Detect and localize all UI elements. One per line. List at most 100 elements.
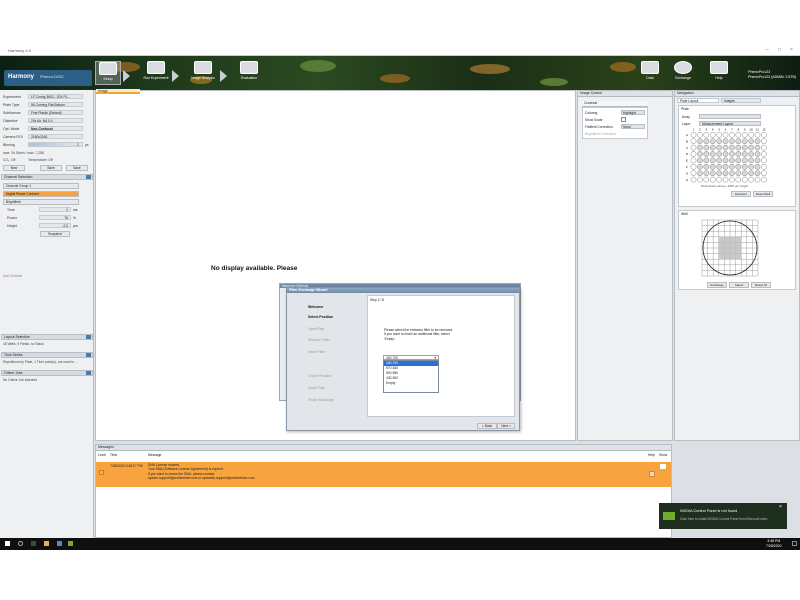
new-button[interactable]: New [3,165,25,171]
array-select[interactable] [699,114,761,119]
field-opt-mode[interactable]: Opt. Mode Non-Confocal [3,126,91,132]
setup-icon [99,62,117,75]
plate-well [735,176,742,183]
measurement-info: max: 3h 26min / max: 7,258 [3,151,44,155]
harmony-taskbar-icon[interactable] [57,541,62,546]
plate-col-label: 12 [762,128,766,132]
tool-exchange[interactable]: Exchange [670,61,696,85]
plate-box: Plate Array Layer Measurement Layout 123… [678,105,796,207]
field-experiment[interactable]: Experiment LF Cornig 3603 - 20X P1... [3,94,91,100]
tool-setup[interactable]: Setup [95,61,121,85]
plate-well [761,164,767,170]
tool-help[interactable]: Help [706,61,732,85]
file-explorer-icon[interactable] [44,541,49,546]
close-icon[interactable]: × [779,504,782,510]
save-button[interactable]: Save [40,165,62,171]
tool-run-experiment[interactable]: Run Experiment [143,61,169,85]
show-checkbox[interactable] [660,464,666,469]
tab-image[interactable]: Image [96,89,140,94]
param-power[interactable]: Power 76% [3,215,91,221]
help-icon[interactable] [649,471,655,477]
reset-well-button[interactable]: Reset Well [753,191,773,197]
plate-well [761,170,767,177]
chevron-right-icon [172,70,179,82]
search-icon[interactable] [18,541,23,546]
plate-well [748,138,754,145]
field-binning[interactable]: Binning 2 px [3,142,91,148]
collapse-icon[interactable] [86,175,91,179]
layer-select[interactable]: Measurement Layout [699,121,761,126]
filter-dropdown-list[interactable]: 400-700 570-630 500-550 430-500 Empty [383,360,439,393]
plate-well [761,151,767,157]
show-scale-checkbox[interactable] [621,117,626,122]
reset-all-button[interactable]: Reset All [751,282,771,288]
plate-well [703,164,710,170]
message-row[interactable]: 7/28/2020 3:48:17 PM SMA License expired… [96,462,671,487]
maximize-icon[interactable]: □ [778,47,781,53]
col-message: Message [148,453,162,457]
collapse-icon[interactable] [86,371,91,375]
start-icon[interactable] [5,541,10,546]
plate-well [690,132,697,138]
tool-image-analysis[interactable]: Image Analysis [190,61,216,85]
plate-well [754,151,761,157]
well-field-map[interactable] [701,219,761,277]
plate-well [748,132,754,138]
tab-images[interactable]: Images [721,98,761,103]
deselect-button[interactable]: Deselect [731,191,751,197]
setup-panel: Experiment LF Cornig 3603 - 20X P1... Pla… [0,90,94,538]
field-plate-type[interactable]: Plate Type 96 Corning Flat Bottom [3,102,91,108]
temperature-info: Temperature: Off [28,158,53,162]
field-objective[interactable]: Objective 20x Air, NA 0.4 [3,118,91,124]
field-camera-roi[interactable]: Camera ROI 2160x2160 [3,134,91,140]
coloring-select[interactable]: Highlight [621,110,645,115]
exchange-button[interactable]: Exchange [707,282,727,288]
clock[interactable]: 3:48 PM 7/28/2020 [766,539,782,548]
filter-option[interactable]: Empty [384,381,438,386]
channel-group-select[interactable]: Channel Group 1 [3,183,79,189]
field-subfluence[interactable]: Subfluence Fine Plastic (Default) [3,110,91,116]
channel-active[interactable]: Digital Phase Contrast [3,191,79,197]
close-icon[interactable]: × [790,47,793,53]
nvidia-toast[interactable]: NVIDIA Control Panel is not found Click … [659,503,787,529]
collapse-icon[interactable] [86,335,91,339]
plate-well [709,157,716,164]
param-time[interactable]: Time 1 ms [3,207,91,213]
app-taskbar-icon[interactable] [68,541,73,546]
plate-well [690,157,697,164]
minimize-icon[interactable]: – [766,47,769,53]
back-button[interactable]: < Back [477,423,497,429]
plate-map[interactable]: 1 2 3 4 5 6 7 8 9 10 11 12ABCDEFGH [685,127,769,184]
time-series-header[interactable]: Time Series [1,352,93,358]
add-channel-link[interactable]: Add Channel [3,274,22,278]
snapshot-button[interactable]: Snapshot [40,231,70,237]
notifications-icon[interactable] [792,541,797,546]
plate-well [729,138,735,145]
plate-well [690,144,697,151]
task-view-icon[interactable] [31,541,36,546]
messages-panel: Messages Level Time Message Help Show 7/… [95,444,672,538]
plate-col-label: 7 [731,128,733,132]
flatfield-select[interactable]: None [621,124,645,129]
plate-row-label: B [686,139,688,143]
tab-plate-layout[interactable]: Plate Layout [677,98,719,103]
plate-well [729,170,735,177]
save-as-button[interactable]: Save [66,165,88,171]
plate-row-label: F [686,165,688,169]
plate-well [703,138,710,145]
collapse-icon[interactable] [86,353,91,357]
online-jobs-header[interactable]: Online Jobs [1,370,93,376]
plate-well [690,176,697,183]
param-height[interactable]: Height -2.0 µm [3,223,91,229]
layout-selection-header[interactable]: Layout Selection [1,334,93,340]
select-button[interactable]: Select [729,282,749,288]
plate-well [703,176,710,183]
channel-selection-header[interactable]: Channel Selection [1,174,93,180]
channel-brightfield[interactable]: Brightfield [3,199,79,205]
step-close-flap: Close Flap [308,386,325,390]
step-check-position: Check Position [308,374,332,378]
tool-evaluation[interactable]: Evaluation [236,61,262,85]
tool-data[interactable]: Data [637,61,663,85]
next-button[interactable]: Next > [497,423,515,429]
plate-well [709,132,716,138]
